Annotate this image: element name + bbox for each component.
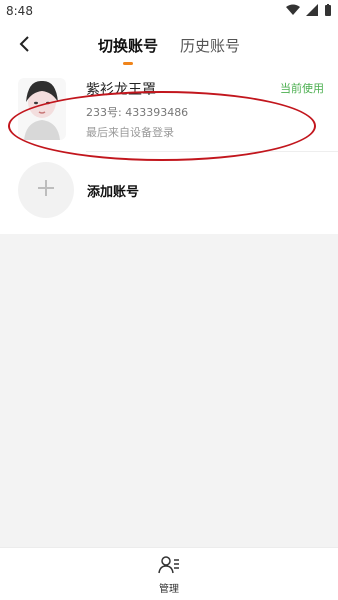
account-name: 紫衫龙王罩 [86,82,156,98]
manage-button[interactable]: 管理 [149,556,189,596]
back-arrow-icon [18,35,30,57]
manage-user-icon [158,556,180,578]
tab-history-account[interactable]: 历史账号 [180,35,240,56]
signal-icon [306,4,318,19]
battery-icon [324,4,332,19]
account-panel: 紫衫龙王罩 233号: 433393486 最后来自设备登录 当前使用 添加账号 [0,68,338,234]
wifi-icon [286,4,300,19]
manage-label: 管理 [159,584,179,595]
avatar [18,78,66,140]
back-button[interactable] [10,30,38,62]
account-last-login: 最后来自设备登录 [86,126,174,139]
current-account-row[interactable]: 紫衫龙王罩 233号: 433393486 最后来自设备登录 当前使用 [0,68,338,152]
add-account-label: 添加账号 [87,185,140,200]
current-use-badge: 当前使用 [280,82,324,95]
account-id: 233号: 433393486 [86,106,189,119]
add-account-button[interactable] [18,162,74,218]
add-account-row[interactable]: 添加账号 [0,152,338,234]
status-bar: 8:48 [0,0,338,24]
tab-indicator [123,62,133,65]
status-icons [286,4,332,19]
header: 切换账号 历史账号 [0,24,338,68]
status-time: 8:48 [6,4,33,18]
bottom-bar: 管理 [0,547,338,600]
tab-switch-account[interactable]: 切换账号 [98,35,158,56]
plus-icon [36,178,56,202]
